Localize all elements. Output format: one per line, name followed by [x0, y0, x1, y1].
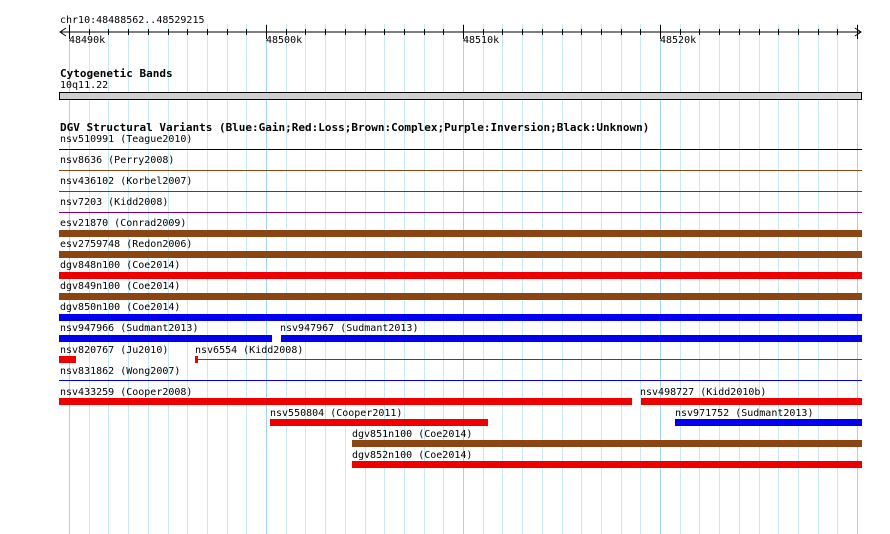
variant-feature[interactable]: [59, 149, 862, 150]
variant-label: nsv6554 (Kidd2008): [195, 345, 304, 356]
variant-feature[interactable]: [59, 293, 862, 300]
ruler-tick-label: 48510k: [463, 35, 500, 46]
variant-feature[interactable]: [59, 170, 862, 171]
variant-feature[interactable]: [59, 398, 632, 405]
variant-feature[interactable]: [270, 419, 488, 426]
ruler-tick-label: 48500k: [266, 35, 303, 46]
variant-feature[interactable]: [641, 398, 862, 405]
variant-label: nsv510991 (Teague2010): [60, 134, 193, 145]
location-label: chr10:48488562..48529215: [60, 15, 205, 26]
variant-feature[interactable]: [281, 335, 862, 342]
ruler-tick-label: 48520k: [660, 35, 697, 46]
variant-label: dgv850n100 (Coe2014): [60, 302, 181, 313]
variant-label: nsv436102 (Korbel2007): [60, 176, 193, 187]
variant-feature[interactable]: [352, 461, 862, 468]
variant-feature[interactable]: [59, 251, 862, 258]
variant-feature[interactable]: [59, 380, 862, 381]
variant-feature[interactable]: [195, 359, 862, 360]
variant-feature[interactable]: [59, 272, 862, 279]
ruler-tick-label: 48490k: [69, 35, 106, 46]
variant-feature[interactable]: [59, 212, 862, 213]
variant-label: dgv848n100 (Coe2014): [60, 260, 181, 271]
variant-label: nsv8636 (Perry2008): [60, 155, 175, 166]
coordinate-ruler: [59, 25, 862, 39]
variant-label: nsv820767 (Ju2010): [60, 345, 169, 356]
cytoband-label: 10q11.22: [60, 80, 109, 91]
variant-label: esv2759748 (Redon2006): [60, 239, 193, 250]
variant-label: dgv849n100 (Coe2014): [60, 281, 181, 292]
variant-label: esv21870 (Conrad2009): [60, 218, 187, 229]
variant-feature[interactable]: [352, 440, 862, 447]
variant-feature[interactable]: [59, 356, 76, 363]
variant-feature[interactable]: [59, 191, 862, 192]
dgv-track-title: DGV Structural Variants (Blue:Gain;Red:L…: [60, 121, 650, 134]
variant-label: nsv947966 (Sudmant2013): [60, 323, 199, 334]
variant-feature[interactable]: [59, 230, 862, 237]
variant-feature[interactable]: [59, 314, 862, 321]
variant-feature[interactable]: [675, 419, 862, 426]
variant-label: nsv7203 (Kidd2008): [60, 197, 169, 208]
cytoband-bar[interactable]: [59, 92, 862, 100]
variant-label: nsv947967 (Sudmant2013): [280, 323, 419, 334]
variant-feature-start[interactable]: [195, 356, 198, 363]
variant-feature[interactable]: [59, 335, 272, 342]
variant-label: nsv831862 (Wong2007): [60, 366, 181, 377]
cytoband-track-title: Cytogenetic Bands: [60, 67, 173, 80]
